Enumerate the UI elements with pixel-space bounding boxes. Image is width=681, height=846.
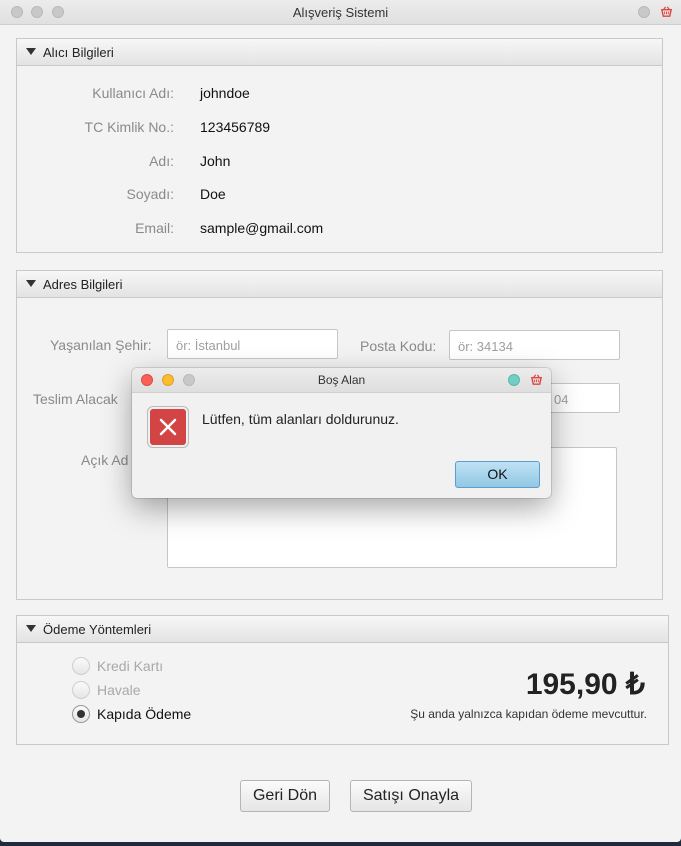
dialog-message: Lütfen, tüm alanları doldurunuz. xyxy=(202,411,399,427)
dialog-title: Boş Alan xyxy=(317,373,366,387)
city-label: Yaşanılan Şehir: xyxy=(50,337,152,353)
collapse-arrow-icon[interactable] xyxy=(26,280,36,287)
main-window: Alışveriş Sistemi Alıcı Bilgileri Kullan… xyxy=(0,0,681,842)
payment-methods-title: Ödeme Yöntemleri xyxy=(43,622,152,637)
username-label: Kullanıcı Adı: xyxy=(92,85,174,101)
window-title: Alışveriş Sistemi xyxy=(292,5,389,20)
confirm-sale-button[interactable]: Satışı Onayla xyxy=(350,780,472,812)
payment-note: Şu anda yalnızca kapıdan ödeme mevcuttur… xyxy=(410,707,647,721)
dialog-title-bar: Boş Alan xyxy=(132,368,551,393)
city-input[interactable]: ör: İstanbul xyxy=(167,329,338,359)
total-price: 195,90 ₺ xyxy=(525,668,645,701)
error-x-icon xyxy=(148,407,188,447)
tc-id-value: 123456789 xyxy=(200,119,271,135)
radio-label: Kapıda Ödeme xyxy=(97,706,192,722)
buyer-info-title: Alıcı Bilgileri xyxy=(43,45,114,60)
tc-id-label: TC Kimlik No.: xyxy=(84,119,174,135)
ok-button[interactable]: OK xyxy=(455,461,540,488)
collapse-arrow-icon[interactable] xyxy=(26,625,36,632)
address-info-header[interactable]: Adres Bilgileri xyxy=(17,271,662,298)
radio-label: Kredi Kartı xyxy=(97,658,164,674)
radio-button[interactable] xyxy=(72,705,90,723)
buyer-info-header[interactable]: Alıcı Bilgileri xyxy=(17,39,662,66)
open-address-label: Açık Ad xyxy=(81,452,129,468)
first-name-value: John xyxy=(200,153,231,169)
payment-methods-header[interactable]: Ödeme Yöntemleri xyxy=(17,616,668,643)
first-name-label: Adı: xyxy=(149,153,174,169)
radio-label: Havale xyxy=(97,682,141,698)
last-name-value: Doe xyxy=(200,186,226,202)
empty-field-dialog: Boş Alan Lütfen, tüm alanları doldurunuz… xyxy=(132,368,551,498)
circle-icon[interactable] xyxy=(638,6,650,18)
collapse-arrow-icon[interactable] xyxy=(26,48,36,55)
postal-code-input[interactable]: ör: 34134 xyxy=(449,330,620,360)
last-name-label: Soyadı: xyxy=(126,186,174,202)
recipient-label: Teslim Alacak xyxy=(33,391,118,407)
title-bar: Alışveriş Sistemi xyxy=(0,0,681,25)
radio-button[interactable] xyxy=(72,681,90,699)
radio-button[interactable] xyxy=(72,657,90,675)
back-button[interactable]: Geri Dön xyxy=(240,780,330,812)
username-value: johndoe xyxy=(200,85,250,101)
shopping-basket-icon[interactable] xyxy=(660,5,673,18)
shopping-basket-icon[interactable] xyxy=(530,373,543,386)
circle-icon[interactable] xyxy=(508,374,520,386)
email-label: Email: xyxy=(135,220,174,236)
email-value: sample@gmail.com xyxy=(200,220,324,236)
address-info-title: Adres Bilgileri xyxy=(43,277,123,292)
buyer-info-panel: Alıcı Bilgileri Kullanıcı Adı: johndoe T… xyxy=(16,38,663,253)
postal-code-label: Posta Kodu: xyxy=(360,338,437,354)
